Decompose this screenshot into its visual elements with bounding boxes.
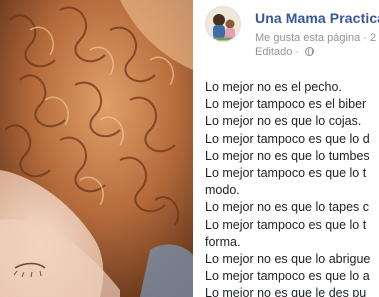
post-line: forma.: [205, 234, 241, 249]
post-line: Lo mejor tampoco es que lo a: [205, 269, 370, 284]
post-edit-meta: Editado ·: [255, 46, 315, 58]
post-line: Lo mejor tampoco es que lo t: [205, 217, 367, 232]
post-photo[interactable]: [0, 0, 193, 297]
meta-separator-2: ·: [295, 46, 300, 58]
page-avatar[interactable]: [205, 6, 241, 42]
post-line: Lo mejor no es que lo abrigue: [205, 251, 371, 266]
facebook-post: Una Mama Practica Me gusta esta página ·…: [193, 0, 379, 297]
page-name-link[interactable]: Una Mama Practica: [255, 10, 379, 26]
post-line: Lo mejor tampoco es que lo d: [205, 131, 370, 146]
meta-separator: ·: [363, 32, 367, 44]
post-line: Lo mejor no es que lo tumbes: [205, 148, 370, 163]
post-line: modo.: [205, 183, 240, 198]
post-line: Lo mejor no es que le des pu: [205, 286, 367, 297]
post-line: Lo mejor no es que lo tapes c: [205, 200, 369, 215]
post-line: Lo mejor no es que lo cojas.: [205, 114, 362, 129]
post-date-link[interactable]: 2: [370, 32, 376, 44]
post-header: Una Mama Practica Me gusta esta página ·…: [205, 6, 379, 58]
post-line: Lo mejor tampoco es el biber: [205, 97, 367, 112]
like-page-link[interactable]: Me gusta esta página: [255, 32, 360, 44]
child-hair-image: [0, 0, 193, 297]
globe-icon[interactable]: [305, 47, 315, 56]
edited-label[interactable]: Editado: [255, 46, 292, 58]
post-meta: Me gusta esta página · 2: [255, 32, 376, 44]
post-line: Lo mejor tampoco es que lo t: [205, 165, 367, 180]
post-body-text: Lo mejor no es el pecho. Lo mejor tampoc…: [205, 79, 379, 297]
post-line: Lo mejor no es el pecho.: [205, 80, 342, 94]
avatar-image: [206, 7, 240, 41]
